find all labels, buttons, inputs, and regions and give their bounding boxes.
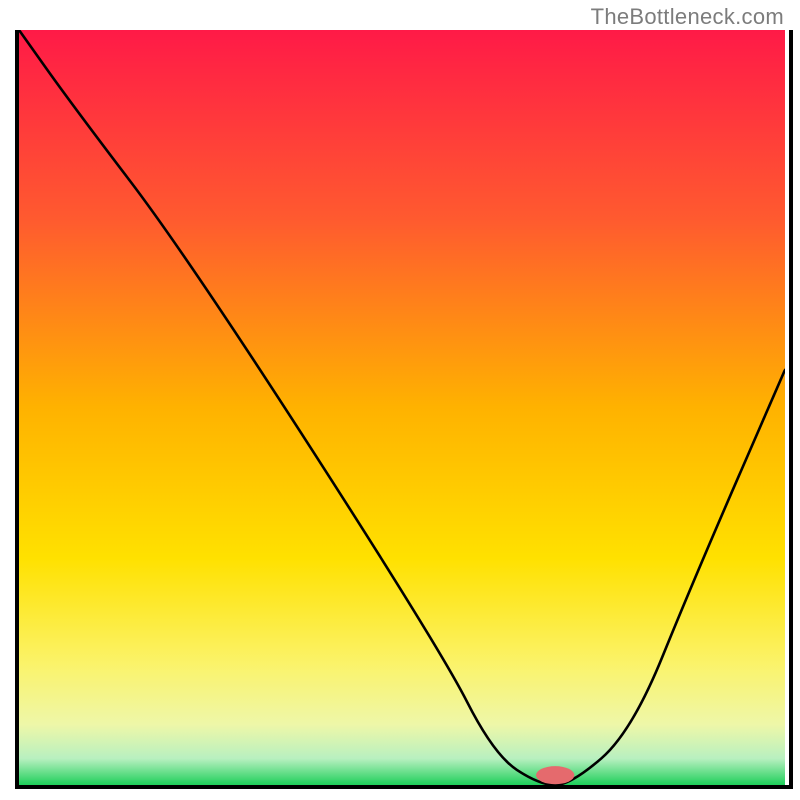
watermark-text: TheBottleneck.com — [591, 4, 784, 30]
chart-frame — [15, 30, 793, 789]
